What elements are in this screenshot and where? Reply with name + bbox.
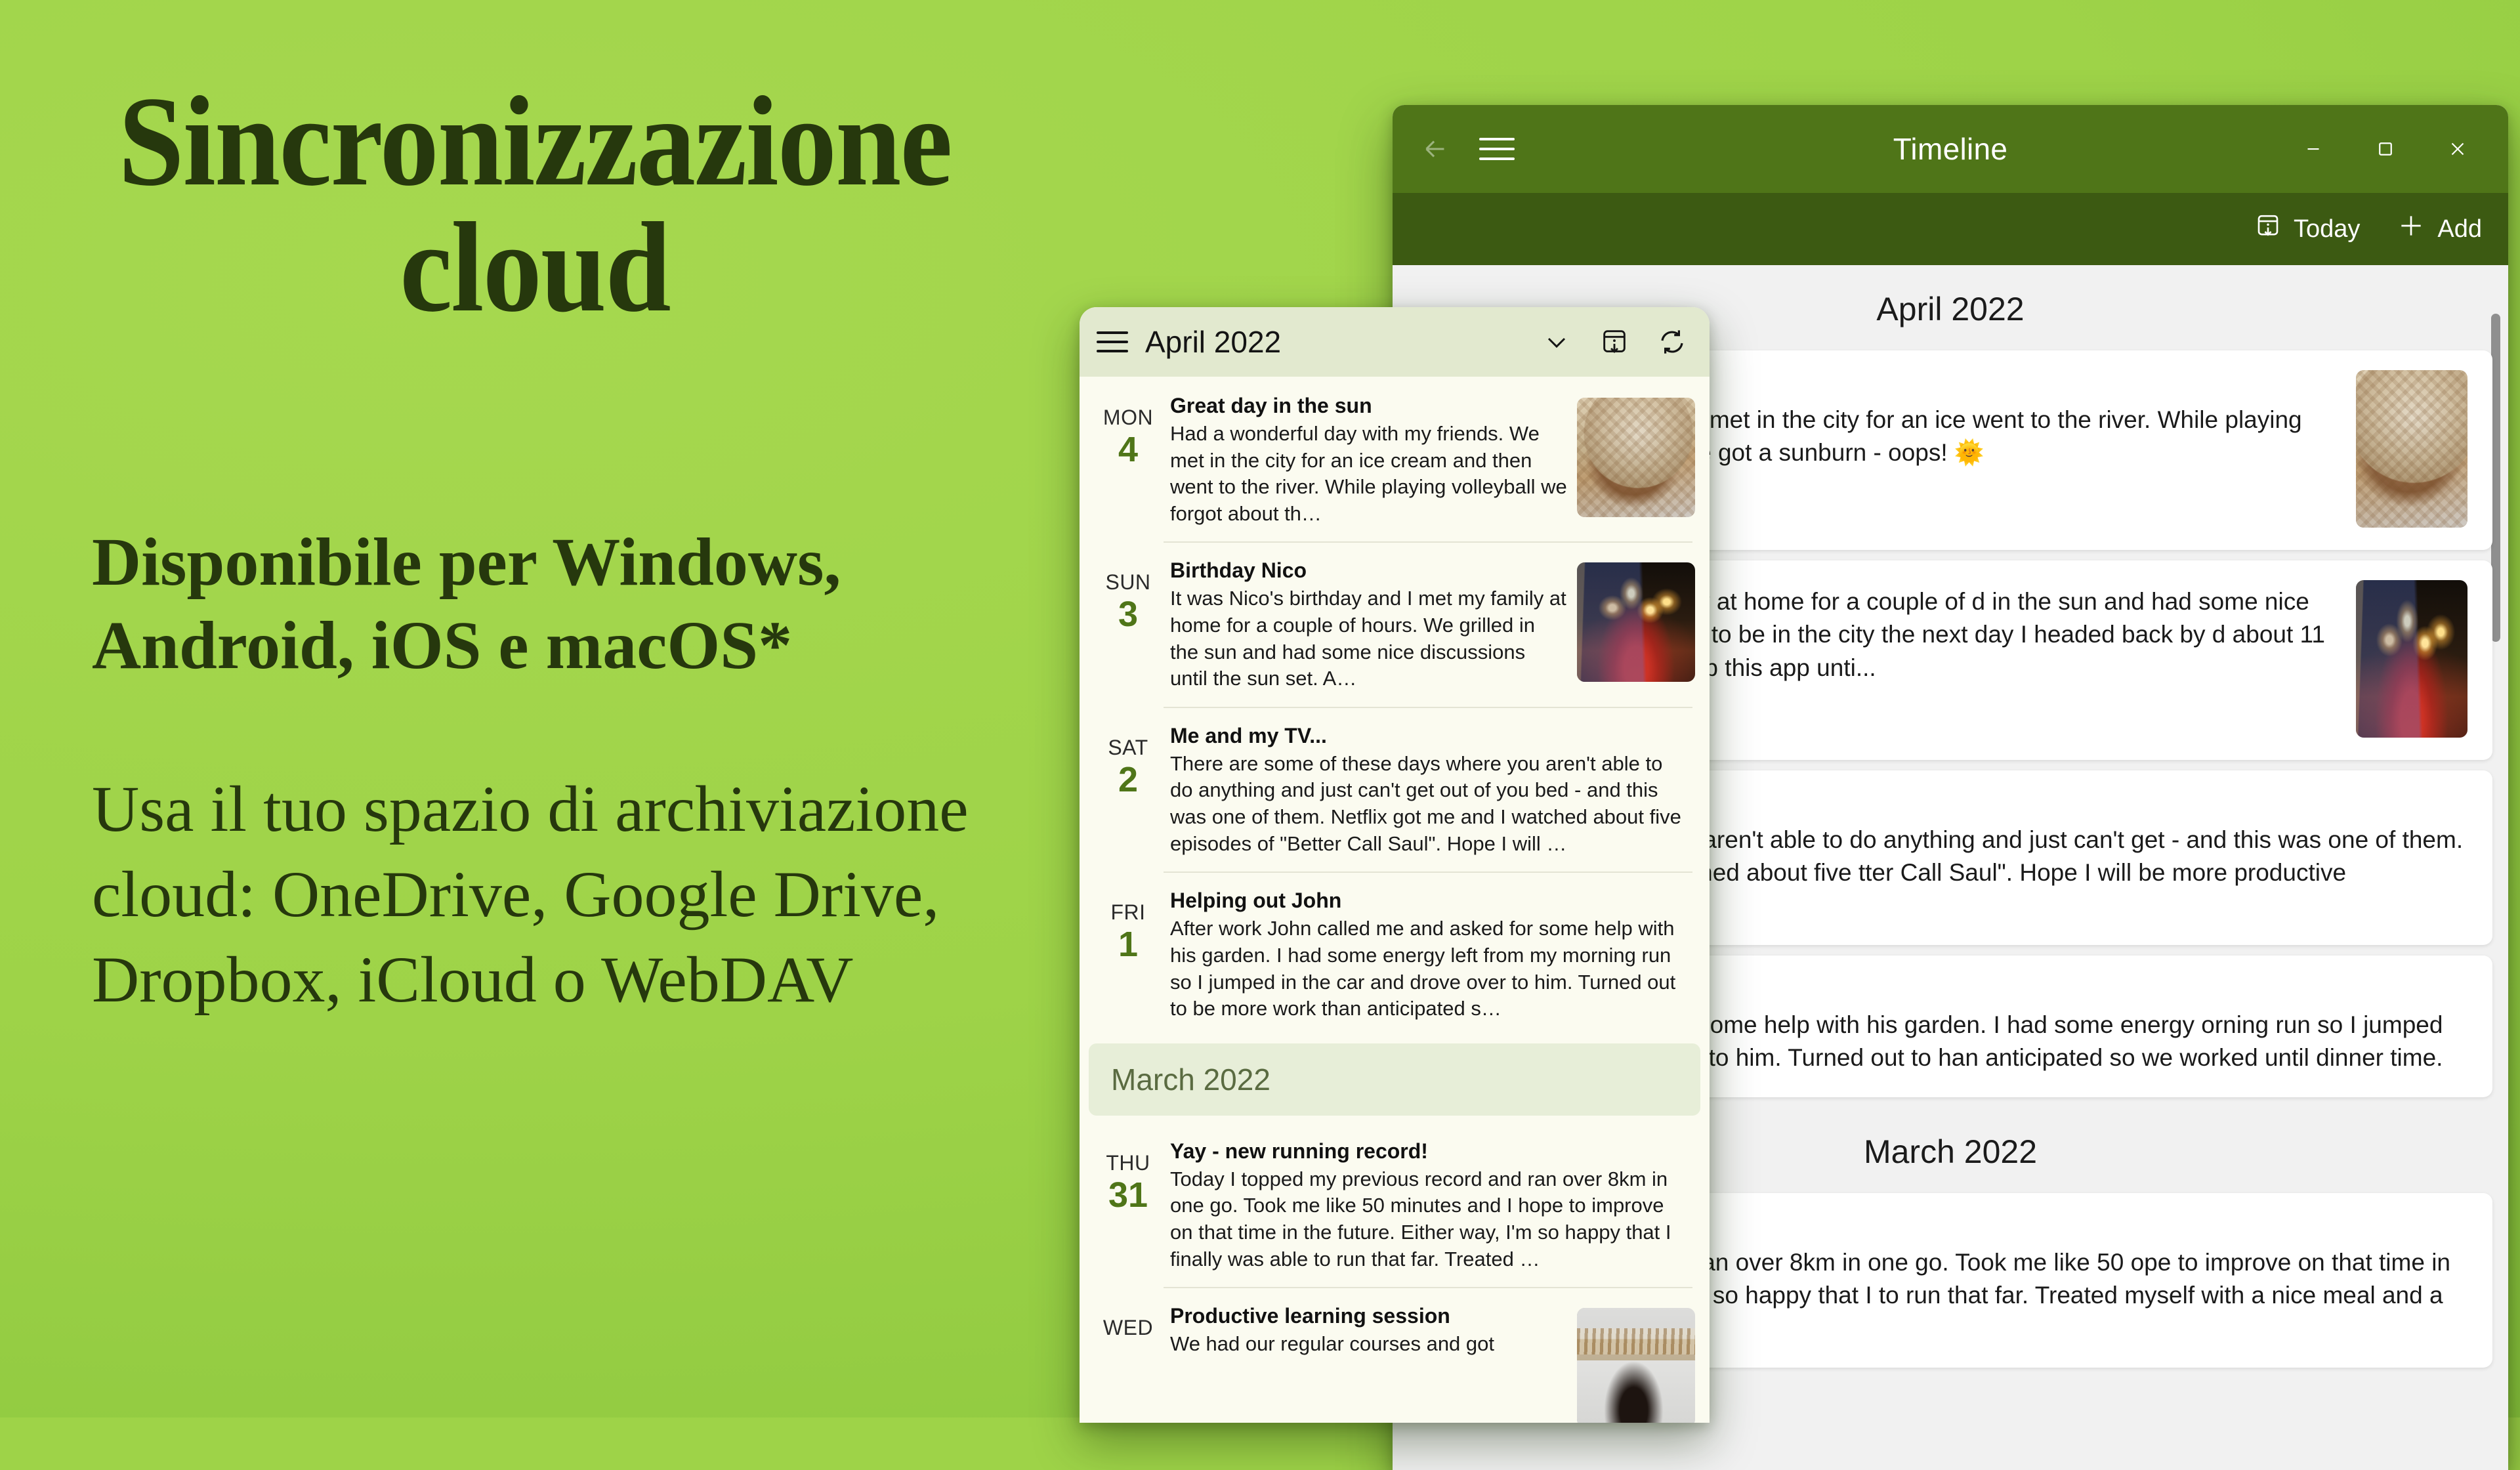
today-calendar-icon — [2254, 212, 2282, 246]
today-button[interactable]: Today — [2254, 212, 2360, 246]
entry-date: THU 31 — [1094, 1133, 1162, 1287]
entry-title: Productive learning session — [1170, 1304, 1450, 1328]
hamburger-menu-icon[interactable] — [1479, 131, 1515, 167]
entry-thumbnail[interactable] — [2356, 370, 2468, 528]
mobile-month-label: April 2022 — [1145, 325, 1282, 359]
entry-weekday: SUN — [1105, 570, 1151, 595]
maximize-button[interactable] — [2349, 119, 2422, 179]
entry-date: SUN 3 — [1094, 552, 1162, 706]
entry-weekday: SAT — [1108, 735, 1148, 759]
plus-icon — [2397, 211, 2426, 247]
sync-refresh-icon[interactable] — [1652, 322, 1692, 362]
entry-date: MON 4 — [1094, 387, 1162, 541]
list-item[interactable]: MON 4 Great day in the sun Had a wonderf… — [1080, 377, 1710, 541]
entry-title: Great day in the sun — [1170, 394, 1372, 417]
month-separator: March 2022 — [1089, 1043, 1700, 1116]
window-controls — [2277, 119, 2494, 179]
entry-weekday: MON — [1102, 406, 1154, 429]
add-button[interactable]: Add — [2397, 211, 2482, 247]
entry-daynumber: 4 — [1118, 430, 1139, 469]
promo-subheadline: Disponibile per Windows, Android, iOS e … — [92, 524, 841, 684]
entry-body: Today I topped my previous record and ra… — [1170, 1167, 1671, 1270]
page-title: Sincronizzazione cloud — [118, 70, 952, 339]
entry-daynumber: 31 — [1108, 1175, 1148, 1215]
mobile-timeline-list[interactable]: MON 4 Great day in the sun Had a wonderf… — [1080, 377, 1710, 1423]
entry-body: After work John called me and asked for … — [1170, 917, 1676, 1020]
hamburger-menu-icon[interactable] — [1097, 326, 1128, 358]
mobile-appbar: April 2022 — [1080, 307, 1710, 377]
list-item[interactable]: WED Productive learning session We had o… — [1080, 1287, 1710, 1423]
window-toolbar: Today Add — [1393, 193, 2508, 265]
entry-title: Me and my TV... — [1170, 723, 1327, 747]
entry-thumbnail[interactable] — [2356, 580, 2468, 738]
entry-daynumber: 2 — [1118, 759, 1139, 799]
minimize-button[interactable] — [2277, 119, 2349, 179]
entry-weekday: WED — [1102, 1316, 1154, 1340]
vertical-scrollbar[interactable] — [2491, 314, 2500, 642]
entry-date: SAT 2 — [1094, 717, 1162, 872]
list-item[interactable]: THU 31 Yay - new running record! Today I… — [1080, 1122, 1710, 1287]
today-calendar-icon[interactable] — [1594, 322, 1635, 362]
entry-body: There are some of these days where you a… — [1170, 751, 1681, 855]
entry-title: Helping out John — [1170, 889, 1342, 913]
entry-title: Yay - new running record! — [1170, 1139, 1428, 1163]
entry-body: We had our regular courses and got — [1170, 1332, 1495, 1356]
entry-daynumber: 1 — [1118, 925, 1139, 965]
entry-thumbnail[interactable] — [1577, 1308, 1695, 1423]
window-titlebar: Timeline — [1393, 105, 2508, 193]
entry-date: FRI 1 — [1094, 882, 1162, 1036]
entry-date: WED — [1094, 1297, 1162, 1423]
list-item[interactable]: SUN 3 Birthday Nico It was Nico's birthd… — [1080, 541, 1710, 706]
add-label: Add — [2437, 215, 2482, 243]
close-button[interactable] — [2422, 119, 2494, 179]
mobile-app-window: April 2022 MON 4 Great day in the sun Ha… — [1080, 307, 1710, 1423]
entry-weekday: THU — [1106, 1150, 1150, 1175]
entry-thumbnail[interactable] — [1577, 398, 1695, 517]
promo-panel: Sincronizzazione cloud Disponibile per W… — [0, 0, 1116, 1418]
entry-thumbnail[interactable] — [1577, 562, 1695, 682]
chevron-down-icon[interactable] — [1536, 322, 1577, 362]
back-arrow-icon[interactable] — [1418, 131, 1453, 167]
list-item[interactable]: SAT 2 Me and my TV... There are some of … — [1080, 706, 1710, 872]
today-label: Today — [2293, 215, 2361, 243]
entry-body: It was Nico's birthday and I met my fami… — [1170, 587, 1566, 690]
entry-title: Birthday Nico — [1170, 558, 1307, 583]
list-item[interactable]: FRI 1 Helping out John After work John c… — [1080, 872, 1710, 1036]
entry-body: Had a wonderful day with my friends. We … — [1170, 422, 1567, 525]
promo-body-text: Usa il tuo spazio di archiviazione cloud… — [92, 772, 969, 1016]
entry-weekday: FRI — [1110, 900, 1146, 925]
entry-daynumber: 3 — [1118, 595, 1139, 635]
